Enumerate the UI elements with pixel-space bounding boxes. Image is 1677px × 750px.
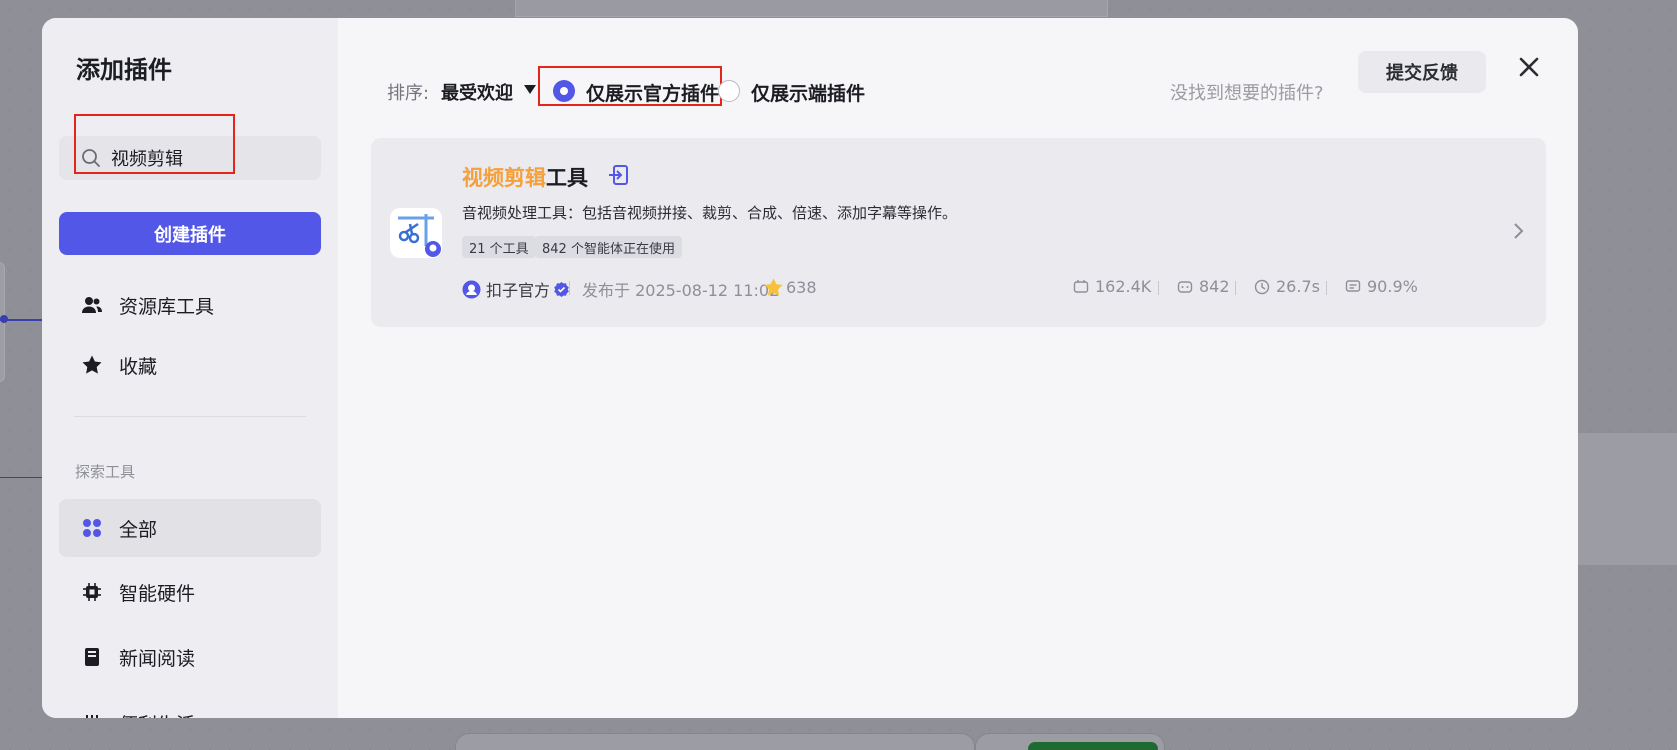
official-only-label[interactable]: 仅展示官方插件 — [586, 79, 719, 106]
published-date: 发布于 2025-08-12 11:02 — [582, 281, 780, 300]
category-label: 智能硬件 — [119, 582, 196, 605]
stat-calls-value: 162.4K — [1095, 277, 1152, 296]
open-detail-icon[interactable] — [607, 164, 629, 186]
official-only-radio[interactable] — [553, 80, 575, 102]
book-icon — [81, 646, 103, 668]
main-panel: 排序: 最受欢迎 仅展示官方插件 仅展示端插件 没找到想要的插件? 提交反馈 视… — [338, 18, 1578, 718]
sort-label: 排序: — [387, 83, 430, 104]
life-icon — [81, 712, 103, 718]
plugin-description: 音视频处理工具：包括音视频拼接、裁剪、合成、倍速、添加字幕等操作。 — [462, 204, 958, 222]
category-convenient-life[interactable]: 便利生活 — [59, 694, 321, 718]
stat-latency: 26.7s — [1254, 277, 1320, 296]
meta-divider — [569, 281, 570, 295]
stat-divider — [1235, 281, 1236, 295]
clock-icon — [1254, 279, 1270, 294]
chevron-right-icon[interactable] — [1511, 221, 1525, 241]
sidebar: 添加插件 视频剪辑 创建插件 资源库工具 收藏 探索工具 全部 智能硬件 新闻阅… — [42, 18, 338, 718]
close-icon[interactable] — [1516, 54, 1542, 80]
stat-bots-value: 842 — [1199, 277, 1230, 296]
search-value: 视频剪辑 — [111, 149, 183, 170]
verified-icon — [554, 281, 569, 297]
chip-icon — [81, 581, 103, 603]
bot-icon — [1177, 280, 1193, 293]
stat-calls: 162.4K — [1073, 277, 1151, 296]
plugin-title[interactable]: 视频剪辑工具 — [462, 162, 588, 192]
favorite-count: 638 — [763, 277, 817, 298]
create-plugin-button[interactable]: 创建插件 — [59, 212, 321, 255]
caret-down-icon[interactable] — [524, 85, 536, 94]
plugin-card[interactable]: 视频剪辑工具 音视频处理工具：包括音视频拼接、裁剪、合成、倍速、添加字幕等操作。… — [371, 138, 1546, 327]
plugin-author: 扣子官方 — [462, 277, 570, 301]
sidebar-item-label: 资源库工具 — [119, 295, 215, 318]
sidebar-divider — [74, 416, 306, 417]
favorite-count-value: 638 — [786, 278, 817, 297]
calls-icon — [1073, 279, 1089, 293]
grid-icon — [81, 517, 103, 539]
background-toolbar — [455, 733, 975, 750]
category-label: 便利生活 — [119, 710, 195, 719]
background-node — [515, 0, 1108, 17]
section-label: 探索工具 — [75, 463, 136, 481]
background-panel — [1577, 433, 1677, 565]
star-icon — [81, 354, 103, 376]
stat-divider — [1158, 281, 1159, 295]
category-label: 全部 — [119, 518, 158, 541]
background-connector-dot — [0, 315, 8, 323]
sort-dropdown[interactable]: 最受欢迎 — [441, 79, 513, 105]
tag-tool-count: 21 个工具 — [462, 236, 536, 258]
plugin-logo — [390, 208, 442, 258]
tag-usage-count: 842 个智能体正在使用 — [535, 236, 682, 258]
add-plugin-modal: 添加插件 视频剪辑 创建插件 资源库工具 收藏 探索工具 全部 智能硬件 新闻阅… — [42, 18, 1578, 718]
author-avatar-icon — [462, 280, 481, 298]
users-icon — [81, 294, 103, 316]
search-input[interactable]: 视频剪辑 — [59, 136, 321, 180]
edge-only-radio[interactable] — [718, 80, 740, 102]
hint-text: 没找到想要的插件? — [1170, 83, 1324, 104]
sidebar-item-library-tools[interactable]: 资源库工具 — [59, 276, 321, 334]
author-name: 扣子官方 — [486, 281, 551, 300]
category-smart-hardware[interactable]: 智能硬件 — [59, 563, 321, 621]
stat-divider — [1326, 281, 1327, 295]
edge-only-label[interactable]: 仅展示端插件 — [751, 79, 865, 106]
modal-title: 添加插件 — [76, 56, 172, 84]
background-run-button — [1028, 742, 1158, 750]
stat-success-rate: 90.9% — [1345, 277, 1418, 296]
search-icon — [81, 148, 101, 168]
stat-bots: 842 — [1177, 277, 1230, 296]
message-icon — [1345, 279, 1361, 292]
category-label: 新闻阅读 — [119, 647, 196, 670]
stat-latency-value: 26.7s — [1276, 277, 1320, 296]
sidebar-item-label: 收藏 — [119, 355, 158, 378]
category-news-reading[interactable]: 新闻阅读 — [59, 628, 321, 686]
star-icon — [764, 278, 783, 296]
background-connector-2 — [0, 477, 42, 478]
category-all[interactable]: 全部 — [59, 499, 321, 557]
plugin-title-highlight: 视频剪辑 — [462, 166, 546, 190]
stat-success-rate-value: 90.9% — [1367, 277, 1418, 296]
sidebar-item-favorites[interactable]: 收藏 — [59, 336, 321, 394]
plugin-title-rest: 工具 — [546, 166, 588, 190]
submit-feedback-button[interactable]: 提交反馈 — [1358, 51, 1486, 93]
